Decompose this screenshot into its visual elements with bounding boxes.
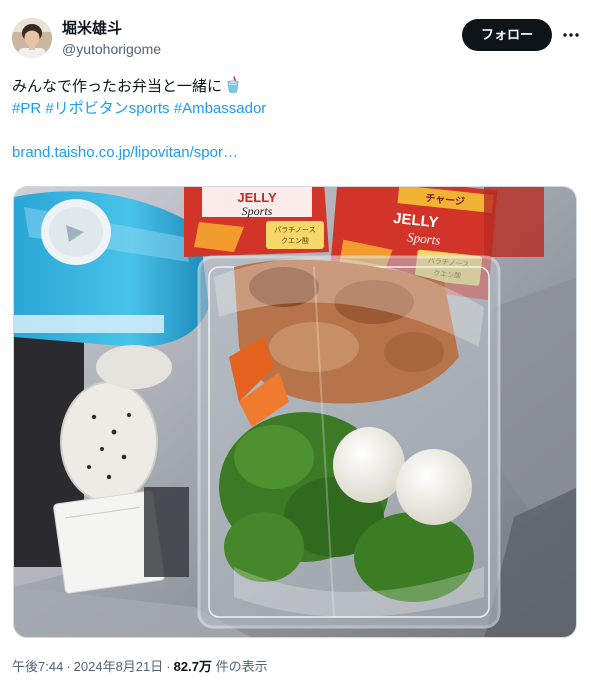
bento-box: [197, 255, 501, 629]
meta-separator-2: ·: [166, 659, 171, 674]
photo-label-sports-1: Sports: [242, 204, 273, 218]
photo-label-citric-1: クエン酸: [281, 236, 309, 245]
tweet-text: みんなで作ったお弁当と一緒に #PR #リポビタンsports #Ambassa…: [12, 76, 572, 164]
hashtag-ambassador[interactable]: #Ambassador: [174, 100, 267, 117]
more-horizontal-icon[interactable]: [560, 24, 582, 46]
dark-wrap: [144, 487, 189, 577]
tweet-date[interactable]: 2024年8月21日: [74, 659, 164, 674]
jelly-pouch-back: [484, 187, 544, 257]
follow-button[interactable]: フォロー: [462, 19, 552, 51]
tweet-header: 堀米雄斗 @yutohorigome フォロー: [12, 18, 579, 62]
user-handle[interactable]: @yutohorigome: [62, 40, 161, 58]
views-count: 82.7万: [173, 659, 212, 674]
tweet-link[interactable]: brand.taisho.co.jp/lipovitan/spor…: [12, 144, 238, 161]
tropical-drink-icon: [227, 76, 239, 94]
tweet-main-text: みんなで作ったお弁当と一緒に: [12, 78, 223, 95]
tweet-meta: 午後7:44 · 2024年8月21日 · 82.7万 件の表示: [12, 658, 268, 676]
meta-separator-1: ·: [66, 659, 71, 674]
views-label: 件の表示: [215, 659, 268, 674]
user-names: 堀米雄斗 @yutohorigome: [62, 19, 161, 58]
hashtag-pr[interactable]: #PR: [12, 100, 41, 117]
tweet-time[interactable]: 午後7:44: [12, 659, 63, 674]
tweet: 堀米雄斗 @yutohorigome フォロー みんなで作ったお弁当と一緒に #…: [0, 0, 591, 685]
bento-photo-illustration: JELLY Sports パラチノース クエン酸 チャージ JELLY Spor…: [14, 187, 576, 637]
display-name[interactable]: 堀米雄斗: [62, 19, 161, 39]
avatar[interactable]: [12, 18, 52, 58]
photo-label-jelly-1: JELLY: [237, 190, 277, 205]
photo-label-palatinose-1: パラチノース: [274, 226, 315, 234]
tweet-text-line-1: みんなで作ったお弁当と一緒に: [12, 76, 572, 98]
tweet-link-line: brand.taisho.co.jp/lipovitan/spor…: [12, 142, 572, 164]
avatar-image: [12, 18, 52, 58]
tweet-hashtags: #PR #リポビタンsports #Ambassador: [12, 98, 572, 120]
jelly-pouch-left: JELLY Sports パラチノース クエン酸: [184, 187, 329, 257]
hashtag-lipovitan-sports[interactable]: #リポビタンsports: [45, 100, 169, 117]
tweet-photo[interactable]: JELLY Sports パラチノース クエン酸 チャージ JELLY Spor…: [13, 186, 577, 638]
